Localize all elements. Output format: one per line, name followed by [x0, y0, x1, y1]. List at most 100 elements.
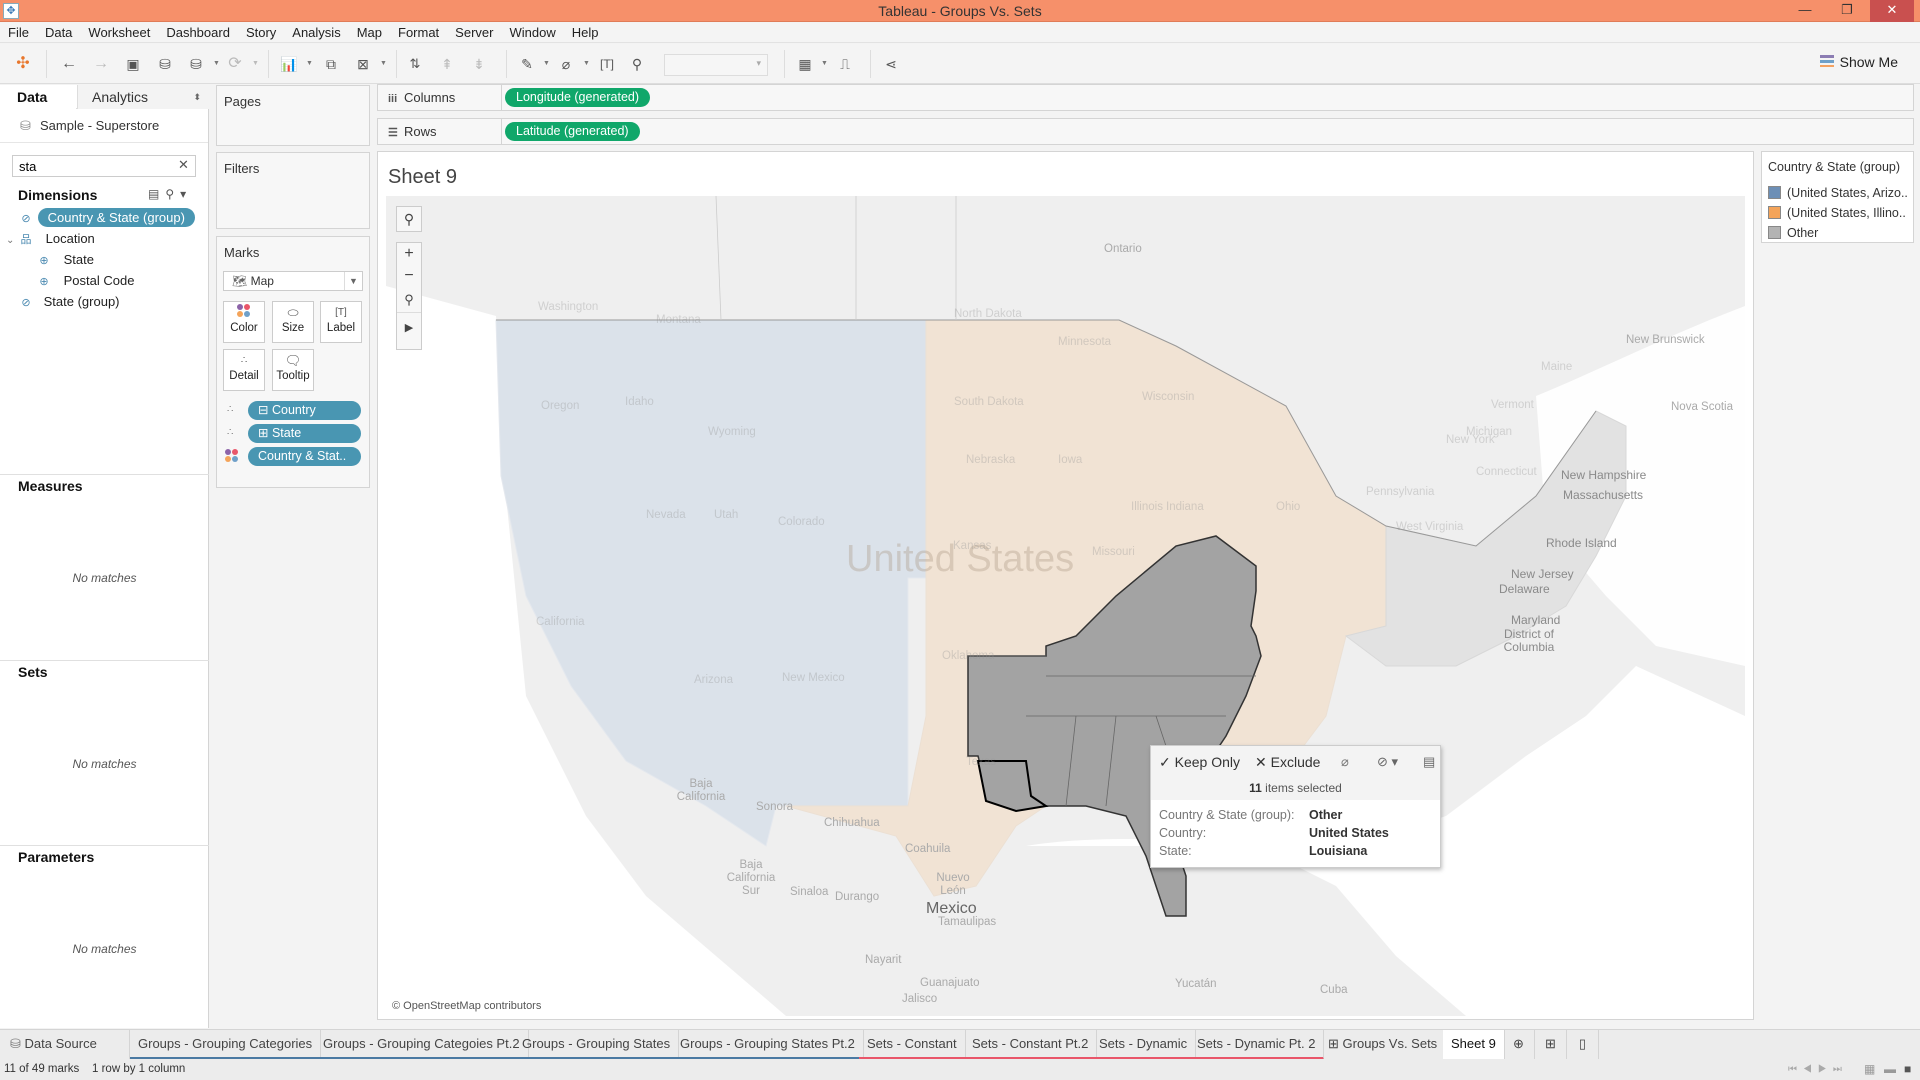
dropdown-arrow-icon[interactable]: ▼: [583, 60, 590, 67]
field-state[interactable]: ⊕ State: [36, 250, 94, 270]
latitude-pill[interactable]: Latitude (generated): [505, 122, 640, 141]
show-mark-labels-icon[interactable]: [T]: [596, 53, 618, 75]
new-story-icon[interactable]: ▯: [1567, 1030, 1599, 1060]
sheet-tab[interactable]: Groups - Grouping Categories: [130, 1030, 322, 1060]
show-me-button[interactable]: Show Me: [1819, 54, 1898, 70]
menu-worksheet[interactable]: Worksheet: [80, 23, 158, 43]
legend-item[interactable]: Other: [1768, 224, 1818, 242]
new-dashboard-icon[interactable]: ⊞: [1535, 1030, 1567, 1060]
duplicate-sheet-icon[interactable]: ⧉: [320, 53, 342, 75]
find-field-icon[interactable]: ⚲: [165, 187, 174, 201]
field-state-group[interactable]: ⊘ State (group): [18, 292, 119, 312]
longitude-pill[interactable]: Longitude (generated): [505, 88, 651, 107]
menu-format[interactable]: Format: [390, 23, 447, 43]
color-button[interactable]: Color: [223, 301, 265, 343]
new-data-source-icon[interactable]: ⛁: [154, 53, 176, 75]
dropdown-arrow-icon[interactable]: ▼: [306, 60, 313, 67]
sort-ascending-icon[interactable]: ⇞: [436, 53, 458, 75]
legend-item[interactable]: (United States, Illino..: [1768, 204, 1906, 222]
clear-sheet-icon[interactable]: ⊠: [352, 53, 374, 75]
sheet-tab-active[interactable]: Sheet 9: [1443, 1030, 1505, 1060]
fix-axes-pin-icon[interactable]: ⚲: [626, 53, 648, 75]
menu-map[interactable]: Map: [349, 23, 390, 43]
clear-search-icon[interactable]: ✕: [178, 157, 189, 173]
sheet-tab[interactable]: Groups - Grouping Categoies Pt.2: [315, 1030, 529, 1060]
view-data-icon[interactable]: ▤: [148, 187, 159, 201]
dropdown-arrow-icon[interactable]: ▼: [213, 60, 220, 67]
field-country-state-group[interactable]: ⊘ Country & State (group): [18, 208, 195, 228]
detail-button[interactable]: ∴ Detail: [223, 349, 265, 391]
share-icon[interactable]: ⋖: [880, 53, 902, 75]
expand-toolbar-icon[interactable]: ▶: [397, 313, 421, 343]
map-search-icon[interactable]: ⚲: [396, 206, 422, 232]
menu-story[interactable]: Story: [238, 23, 284, 43]
menu-help[interactable]: Help: [564, 23, 607, 43]
redo-icon[interactable]: →: [90, 53, 112, 75]
new-worksheet-icon[interactable]: ⊕: [1503, 1030, 1535, 1060]
sheet-tab[interactable]: Sets - Constant: [859, 1030, 966, 1060]
menu-window[interactable]: Window: [501, 23, 563, 43]
keep-only-button[interactable]: ✓ Keep Only: [1159, 754, 1240, 771]
dropdown-arrow-icon[interactable]: ▼: [543, 60, 550, 67]
columns-shelf[interactable]: iii Columns Longitude (generated): [377, 84, 1914, 111]
presentation-mode-icon[interactable]: ⎍: [834, 53, 856, 75]
refresh-icon[interactable]: ⟳: [224, 53, 246, 75]
sheet-tab[interactable]: Sets - Dynamic Pt. 2: [1189, 1030, 1325, 1060]
pane-menu-icon[interactable]: ▾: [180, 187, 186, 201]
show-cards-icon[interactable]: ▦: [794, 53, 816, 75]
pages-card[interactable]: Pages: [216, 85, 370, 146]
zoom-in-icon[interactable]: +: [397, 243, 421, 265]
show-tabs-icon[interactable]: ■: [1904, 1059, 1911, 1080]
menu-data[interactable]: Data: [37, 23, 80, 43]
menu-file[interactable]: File: [0, 23, 37, 43]
sheet-tab[interactable]: Sets - Constant Pt.2: [964, 1030, 1098, 1060]
collapse-chevron-icon[interactable]: ⌄: [6, 235, 14, 246]
menu-server[interactable]: Server: [447, 23, 501, 43]
dropdown-arrow-icon[interactable]: ▼: [821, 60, 828, 67]
legend-item[interactable]: (United States, Arizo..: [1768, 184, 1908, 202]
tooltip-button[interactable]: 🗨 Tooltip: [272, 349, 314, 391]
marks-pill-country-state-group[interactable]: Country & Stat..: [248, 447, 361, 466]
sheet-tab[interactable]: Sets - Dynamic: [1091, 1030, 1197, 1060]
map-canvas[interactable]: [386, 196, 1745, 1016]
show-sheet-sorter-icon[interactable]: ▦: [1864, 1059, 1875, 1080]
map-view[interactable]: Ontario New Brunswick Nova Scotia United…: [386, 196, 1745, 1016]
tableau-logo-icon[interactable]: ✣: [12, 53, 34, 75]
dropdown-arrow-icon[interactable]: ▼: [380, 60, 387, 67]
menu-analysis[interactable]: Analysis: [284, 23, 348, 43]
sheet-title[interactable]: Sheet 9: [388, 166, 457, 189]
mark-type-dropdown[interactable]: 🗺 Map ▼: [223, 271, 363, 291]
marks-pill-country[interactable]: ⊟ Country: [248, 401, 361, 420]
create-set-icon[interactable]: ⊘ ▾: [1377, 754, 1398, 770]
maximize-button[interactable]: ❐: [1826, 0, 1868, 22]
tab-data-source[interactable]: ⛁ Data Source: [0, 1030, 130, 1060]
undo-icon[interactable]: ←: [58, 53, 80, 75]
marks-pill-state[interactable]: ⊞ State: [248, 424, 361, 443]
field-location[interactable]: ⌄ 品 Location: [6, 229, 95, 249]
close-button[interactable]: ✕: [1870, 0, 1914, 22]
new-worksheet-icon[interactable]: 📊: [278, 53, 300, 75]
rows-shelf[interactable]: ☰ Rows Latitude (generated): [377, 118, 1914, 145]
minimize-button[interactable]: —: [1784, 0, 1826, 22]
size-button[interactable]: ⬭ Size: [272, 301, 314, 343]
pause-auto-updates-icon[interactable]: ⛁: [185, 53, 207, 75]
zoom-out-icon[interactable]: −: [397, 265, 421, 287]
menu-dashboard[interactable]: Dashboard: [158, 23, 238, 43]
data-source-item[interactable]: ⛁ Sample - Superstore: [0, 109, 208, 143]
field-search-input[interactable]: [12, 155, 196, 177]
sheet-tab[interactable]: Groups - Grouping States Pt.2: [672, 1030, 864, 1060]
sheet-navigation-icons[interactable]: ⏮◀▶⏭: [1788, 1059, 1848, 1080]
sort-descending-icon[interactable]: ⇟: [468, 53, 490, 75]
filters-card[interactable]: Filters: [216, 152, 370, 229]
save-icon[interactable]: ▣: [122, 53, 144, 75]
view-data-icon[interactable]: ▤: [1423, 754, 1435, 770]
tab-analytics[interactable]: Analytics ⬍: [77, 85, 209, 109]
pin-map-icon[interactable]: ⚲: [397, 287, 421, 313]
group-members-icon[interactable]: ⌀: [555, 53, 577, 75]
map-attribution[interactable]: © OpenStreetMap contributors: [392, 1000, 541, 1012]
show-filmstrip-icon[interactable]: ▬: [1884, 1059, 1896, 1080]
dropdown-arrow-icon[interactable]: ▼: [252, 60, 259, 67]
sheet-tab[interactable]: Groups - Grouping States: [514, 1030, 680, 1060]
fit-dropdown[interactable]: [664, 54, 768, 76]
highlight-icon[interactable]: ✎: [516, 53, 538, 75]
